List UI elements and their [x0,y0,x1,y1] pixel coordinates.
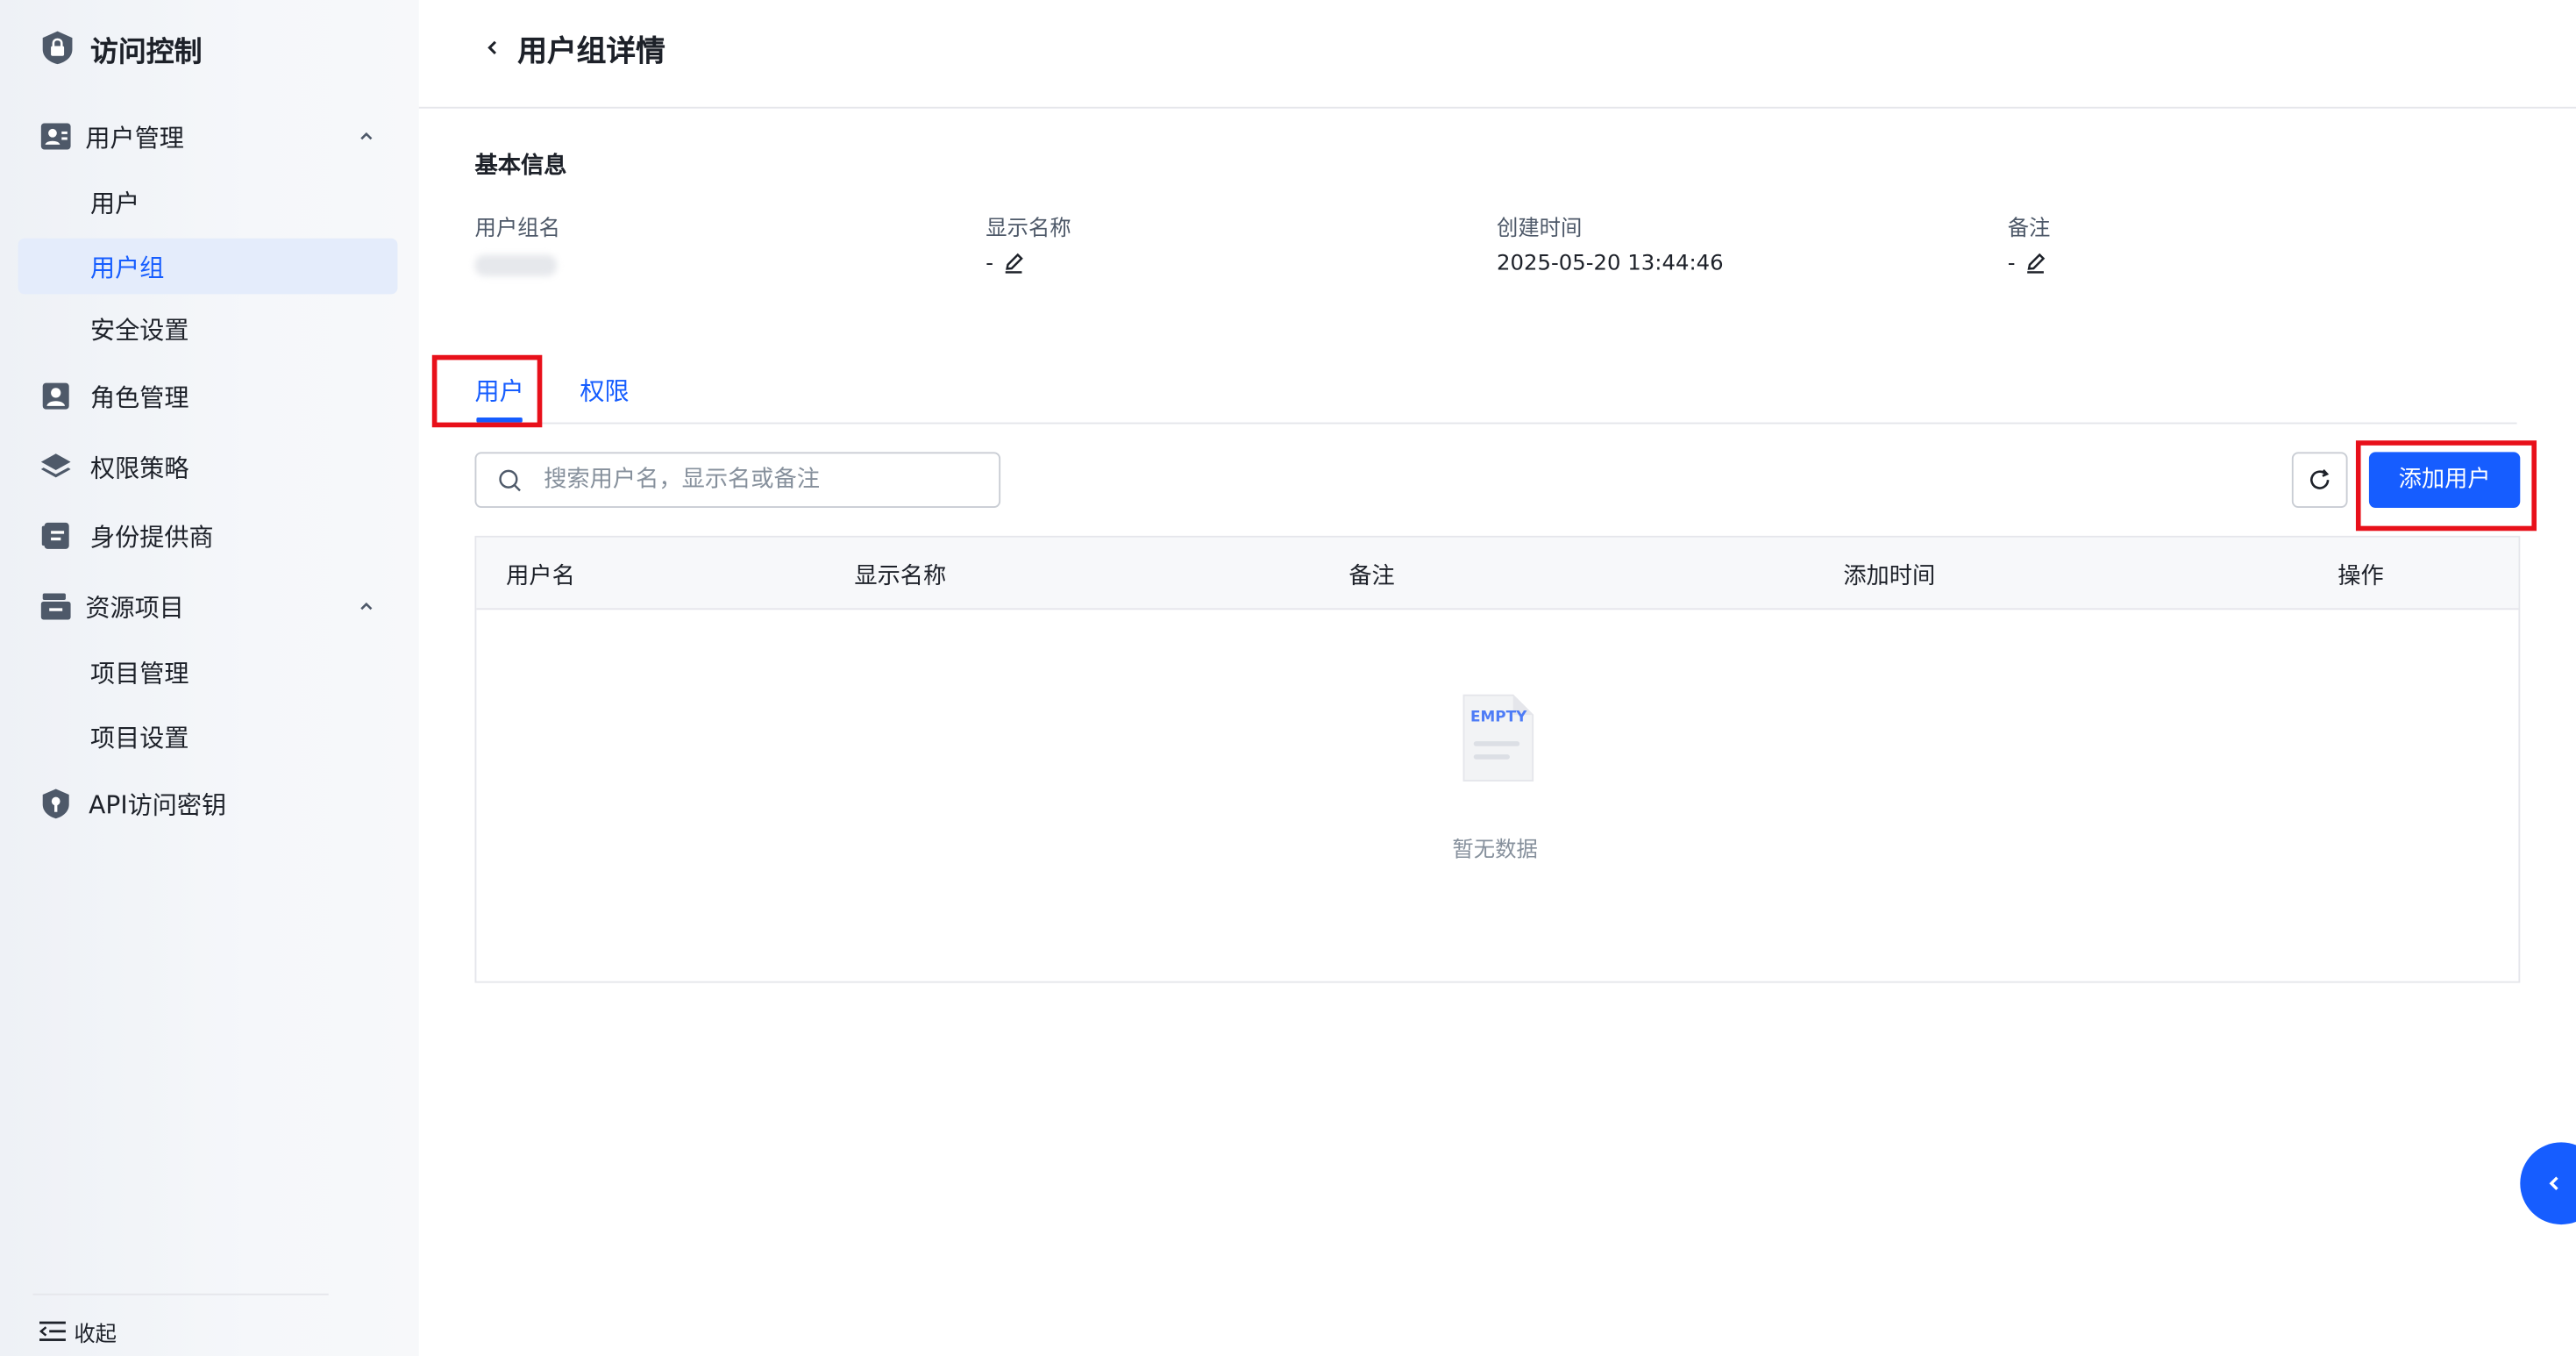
sidebar-item-security-settings[interactable]: 安全设置 [90,312,189,346]
basic-info-heading: 基本信息 [474,153,567,180]
edit-display-name-icon[interactable] [1002,252,1025,275]
search-input[interactable] [474,452,1001,509]
sidebar-group-label: 用户管理 [85,123,184,153]
column-header-remark: 备注 [1348,563,1395,590]
remark-value: - [2007,251,2016,276]
column-header-added-time: 添加时间 [1843,563,1936,590]
back-arrow-icon[interactable] [483,38,502,57]
app-window: 访问控制 用户管理 用户 用户组 安全设置 角色管理 权限策略 身份提供商 资源… [0,0,2576,1356]
sidebar-item-label: 角色管理 [90,382,189,413]
sidebar-group-resource-projects[interactable]: 资源项目 [23,582,397,631]
chevron-up-icon [360,602,373,610]
group-name-value-redacted [474,254,558,276]
sidebar-item-roles[interactable]: 角色管理 [23,372,397,421]
sidebar-item-label: API访问密钥 [89,790,227,821]
table-header: 用户名 显示名称 备注 添加时间 操作 [476,537,2519,610]
collapse-sidebar-button[interactable]: 收起 [39,1315,203,1348]
sidebar-group-label: 资源项目 [85,593,184,624]
sidebar: 访问控制 用户管理 用户 用户组 安全设置 角色管理 权限策略 身份提供商 资源… [0,0,419,1356]
highlight-box-add-user [2355,440,2537,532]
refresh-button[interactable] [2291,452,2348,509]
edit-remark-icon[interactable] [2024,252,2046,275]
sidebar-divider [32,1293,329,1295]
sidebar-item-project-settings[interactable]: 项目设置 [90,720,189,754]
field-label-created-time: 创建时间 [1496,217,1583,242]
search-icon [499,469,521,492]
tab-divider [474,422,2517,425]
sidebar-item-label: 权限策略 [90,453,189,483]
layers-icon [40,453,71,478]
created-time-value: 2025-05-20 13:44:46 [1496,251,1724,276]
collapse-menu-icon [39,1321,66,1341]
column-header-actions: 操作 [2338,563,2384,590]
app-title: 访问控制 [90,36,203,69]
sidebar-item-identity-providers[interactable]: 身份提供商 [23,511,397,560]
page-title: 用户组详情 [517,34,665,69]
identity-icon [41,522,69,549]
users-table: 用户名 显示名称 备注 添加时间 操作 EMPTY 暂无数据 [474,535,2521,983]
users-icon [40,123,71,150]
lock-shield-icon [42,31,73,65]
chevron-left-icon [2549,1176,2558,1190]
column-header-display-name: 显示名称 [854,563,947,590]
field-label-group-name: 用户组名 [474,217,560,242]
display-name-value: - [986,251,994,276]
tab-permissions[interactable]: 权限 [580,373,629,407]
refresh-icon [2310,469,2330,489]
empty-state-icon: EMPTY [1461,692,1536,784]
sidebar-item-user-groups-active-bg[interactable] [18,238,398,295]
empty-icon-label: EMPTY [1469,710,1527,727]
field-label-remark: 备注 [2007,217,2051,242]
empty-state-text: 暂无数据 [1452,838,1538,863]
sidebar-item-project-management[interactable]: 项目管理 [90,656,189,690]
collapse-label: 收起 [74,1323,117,1348]
folder-icon [40,593,71,620]
empty-document-icon [1462,694,1534,782]
header-divider [418,106,2576,109]
key-shield-icon [42,789,69,819]
sidebar-item-users[interactable]: 用户 [90,186,139,220]
chevron-up-icon [360,132,373,140]
role-icon [42,382,69,410]
highlight-box-users-tab [431,354,543,428]
floating-panel-toggle[interactable] [2520,1142,2576,1225]
sidebar-group-user-management[interactable]: 用户管理 [23,111,397,161]
sidebar-item-label: 身份提供商 [90,522,214,553]
sidebar-item-api-keys[interactable]: API访问密钥 [23,779,397,828]
sidebar-item-policies[interactable]: 权限策略 [23,442,397,491]
field-label-display-name: 显示名称 [986,217,1071,242]
sidebar-item-user-groups[interactable]: 用户组 [90,250,164,284]
column-header-username: 用户名 [506,563,575,590]
